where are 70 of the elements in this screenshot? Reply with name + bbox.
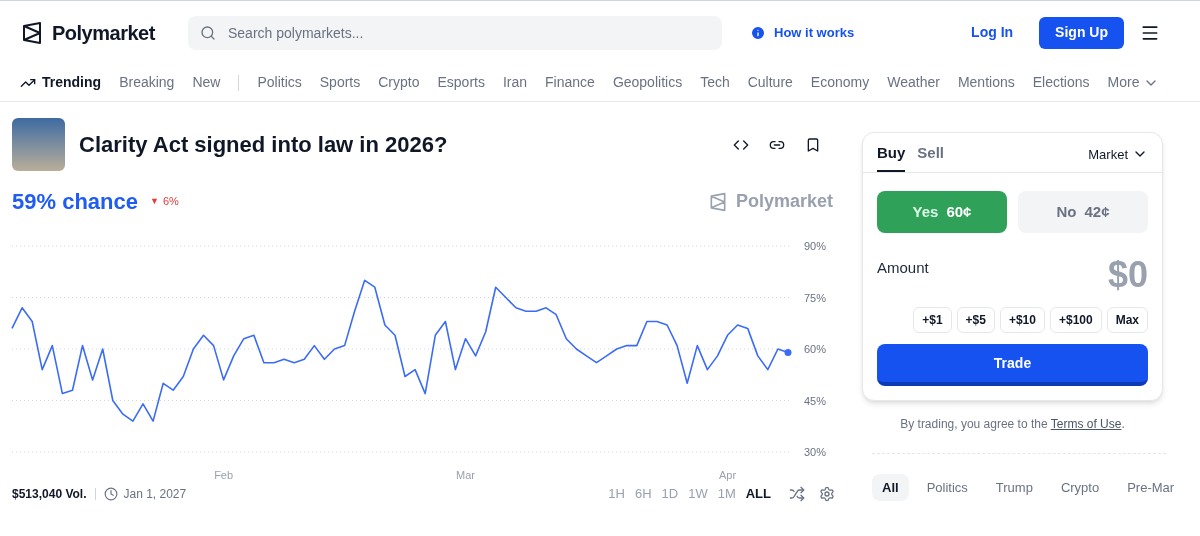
nav-tab[interactable]: Weather [887,72,940,93]
nav-tab[interactable]: Mentions [957,72,1015,93]
shuffle-icon[interactable] [789,485,805,502]
category-filter[interactable]: All [872,474,909,501]
axis-label: 90% [804,241,827,252]
amount-label: Amount [877,258,929,278]
timeframe-tab[interactable]: 1D [661,484,679,504]
change-indicator: ▼ 6% [149,194,179,210]
nav-tab[interactable]: Economy [810,72,870,93]
photo-placeholder [12,118,65,171]
amount-value: $0 [1107,257,1148,293]
how-it-works-link[interactable]: How it works [750,22,855,43]
order-type-dropdown[interactable]: Market [1088,144,1148,164]
info-icon [750,24,766,41]
chance-value: 59% chance [12,188,138,216]
amount-preset-button[interactable]: +$100 [1049,307,1102,333]
nav-tab[interactable]: Culture [747,72,793,93]
timeframe-tab[interactable]: 1H [608,484,625,504]
clock-icon [103,486,118,501]
timeframe-tab[interactable]: 1M [717,484,736,504]
axis-label: 30% [804,447,827,458]
amount-preset-button[interactable]: +$1 [913,307,952,333]
axis-label: 45% [804,395,827,407]
terms-text: By trading, you agree to the Terms of Use. [899,416,1126,433]
nav-tab[interactable]: Trending [20,72,102,93]
more-menu[interactable]: More [1107,72,1160,93]
category-filter[interactable]: Crypto [1050,474,1110,501]
logo-icon [20,20,44,45]
outcome-button[interactable]: Yes 60¢ [877,191,1007,233]
timeframe-tab[interactable]: 6H [634,484,652,504]
amount-preset-button[interactable]: +$5 [956,307,995,333]
category-filter[interactable]: Pre-Mar [1117,474,1185,501]
axis-label: Feb [214,470,234,481]
nav-tab[interactable]: Breaking [119,72,175,93]
chart-watermark: Polymarket [735,190,833,213]
search-field[interactable]: Search polymarkets... [188,15,722,50]
nav-tab[interactable]: Elections [1032,72,1090,93]
category-filter[interactable]: Politics [916,474,978,501]
search-icon [200,24,216,41]
sign-up-button[interactable]: Sign Up [1039,16,1124,49]
timeframe-tab[interactable]: 1W [688,484,708,504]
trade-button[interactable]: Trade [877,344,1148,386]
nav-tab[interactable]: Geopolitics [612,72,683,93]
settings-icon[interactable] [819,485,835,502]
trade-tab[interactable]: Buy [877,141,906,172]
nav-tab[interactable]: Iran [502,72,528,93]
axis-label: Apr [718,470,737,481]
category-filter[interactable]: Trump [985,474,1043,501]
nav-tab[interactable]: Esports [437,72,485,93]
amount-preset-button[interactable]: Max [1106,307,1148,333]
outcome-button[interactable]: No 42¢ [1018,191,1148,233]
log-in-button[interactable]: Log In [963,22,1022,43]
nav-tab[interactable]: New [192,72,221,93]
amount-preset-button[interactable]: +$10 [999,307,1045,333]
volume-text: $513,040 Vol. [12,485,87,503]
axis-label: 60% [804,344,827,355]
trade-tab[interactable]: Sell [917,141,945,172]
nav-tab[interactable]: Crypto [378,72,420,93]
market-title: Clarity Act signed into law in 2026? [79,131,448,159]
nav-tab[interactable]: Finance [545,72,595,93]
brand-name: Polymarket [52,20,155,46]
axis-label: Mar [456,470,475,481]
timeframe-tab[interactable]: ALL [745,484,771,504]
nav-tab[interactable]: Tech [700,72,730,93]
end-date: Jan 1, 2027 [123,485,187,503]
nav-tab[interactable]: Sports [319,72,361,93]
bookmark-icon[interactable] [805,136,821,153]
nav-tab[interactable]: Politics [257,72,302,93]
axis-label: 75% [804,292,827,304]
current-point [784,348,792,356]
